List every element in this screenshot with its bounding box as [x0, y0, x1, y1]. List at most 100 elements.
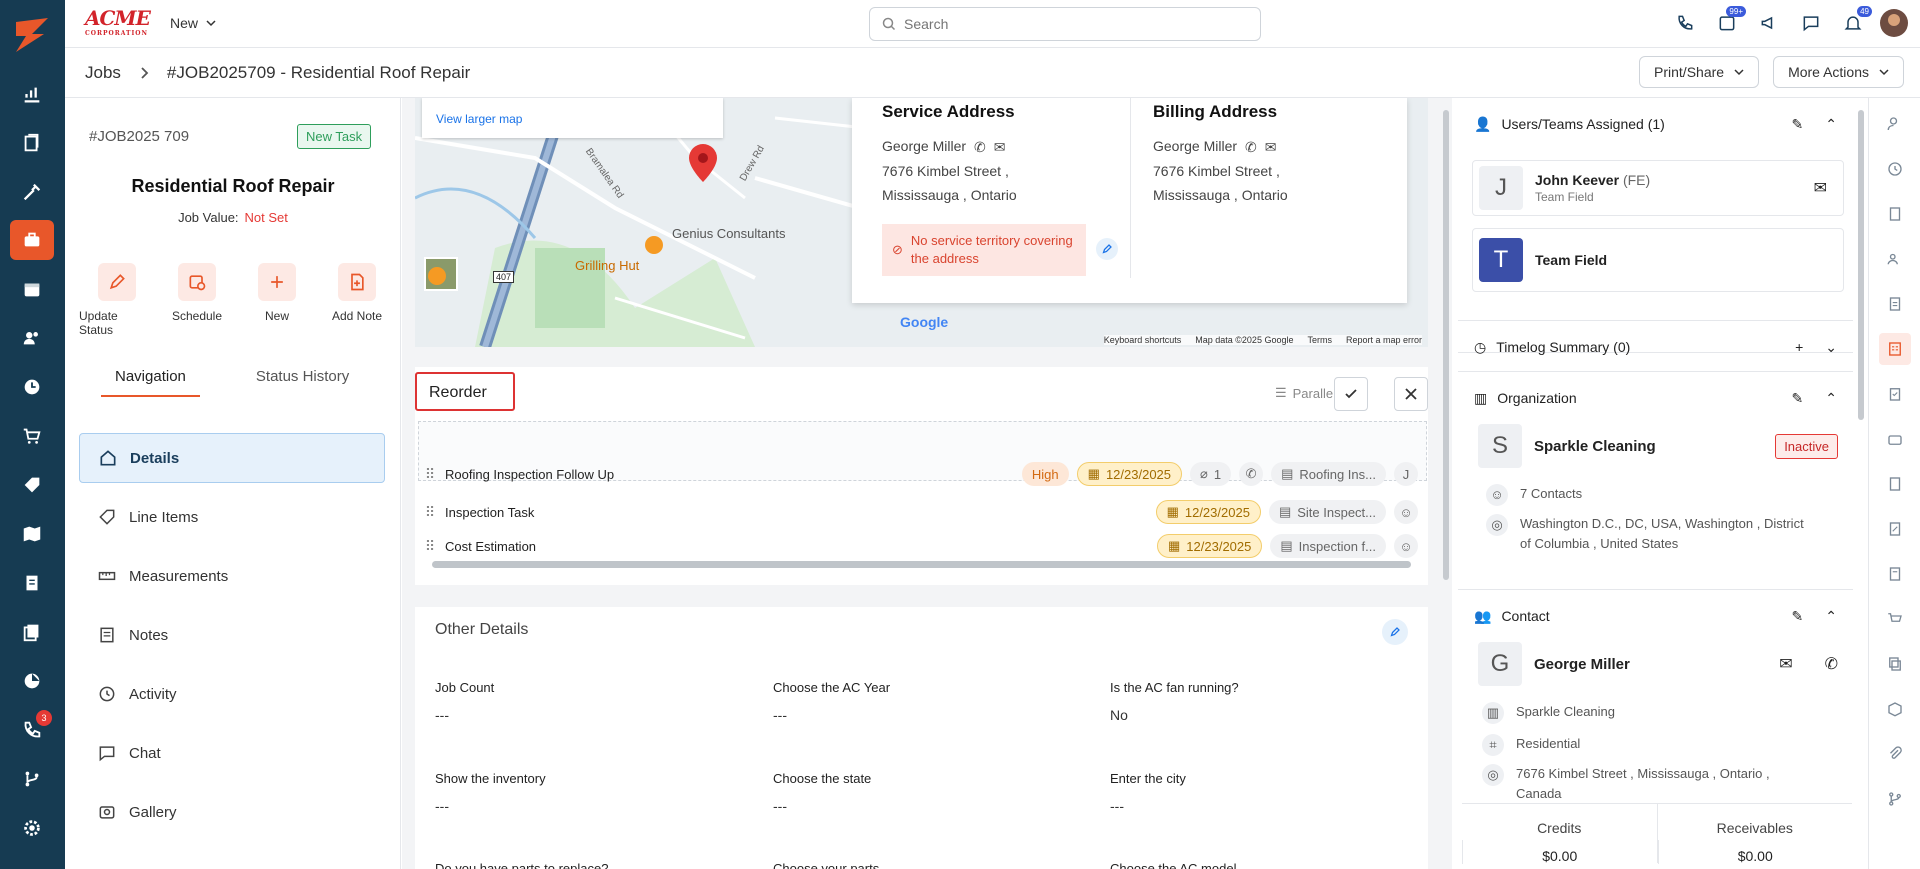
drag-handle-icon[interactable]: ⠿	[415, 466, 445, 483]
cart-icon[interactable]	[10, 416, 54, 456]
new-dropdown[interactable]: New	[170, 15, 216, 31]
pencil-icon[interactable]: ✎	[1792, 116, 1804, 133]
bell-icon[interactable]: 49	[1838, 6, 1872, 38]
assigned-team-card[interactable]: T Team Field	[1472, 228, 1844, 292]
phone-icon[interactable]: ✆	[1245, 137, 1257, 157]
pencil-icon[interactable]: ✎	[1792, 608, 1804, 625]
phone-icon[interactable]: ✆	[974, 137, 986, 157]
update-status-button[interactable]: Update Status	[79, 263, 155, 337]
add-note-button[interactable]: Add Note	[319, 263, 395, 337]
cancel-reorder-button[interactable]	[1394, 377, 1428, 411]
task-row[interactable]: ⠿ Roofing Inspection Follow Up High ▦ 12/…	[415, 455, 1428, 493]
horizontal-scrollbar[interactable]	[420, 559, 1423, 569]
mail-icon[interactable]: ✉	[1265, 137, 1277, 157]
nav-item-measurements[interactable]: Measurements	[79, 551, 385, 601]
assign-user-icon[interactable]: ☺	[1394, 534, 1418, 558]
breadcrumb-jobs[interactable]: Jobs	[85, 63, 121, 83]
plus-icon[interactable]: +	[1795, 339, 1803, 356]
cart-icon[interactable]	[1879, 603, 1911, 635]
invoice-icon[interactable]	[10, 563, 54, 603]
content-scrollbar[interactable]	[1440, 98, 1452, 869]
contact-name[interactable]: George Miller	[1534, 656, 1767, 673]
tasks-notification-icon[interactable]: 99+	[1712, 6, 1746, 38]
announcement-icon[interactable]	[1754, 8, 1784, 38]
view-larger-map-link[interactable]: View larger map	[436, 112, 522, 126]
brand-logo[interactable]: ACME CORPORATION	[85, 8, 151, 43]
organization-name[interactable]: Sparkle Cleaning	[1534, 438, 1763, 455]
box-icon[interactable]	[1879, 693, 1911, 725]
organization-contacts[interactable]: ☺ 7 Contacts	[1486, 484, 1582, 506]
tasks-icon[interactable]	[10, 123, 54, 163]
parallel-toggle[interactable]: ☰ Parallel	[1275, 385, 1336, 401]
terms-link[interactable]: Terms	[1307, 335, 1332, 345]
calendar-icon[interactable]	[10, 269, 54, 309]
mail-icon[interactable]: ✉	[994, 137, 1006, 157]
keyboard-shortcuts-link[interactable]: Keyboard shortcuts	[1104, 335, 1182, 345]
nav-item-chat[interactable]: Chat	[79, 728, 385, 778]
document-icon[interactable]	[1879, 288, 1911, 320]
invoice-icon[interactable]	[1879, 468, 1911, 500]
briefcase-icon[interactable]	[1879, 423, 1911, 455]
timesheet-icon[interactable]	[10, 367, 54, 407]
assigned-user-card[interactable]: J John Keever (FE) Team Field ✉	[1472, 160, 1844, 216]
user-avatar[interactable]	[1880, 9, 1908, 37]
estimate-icon[interactable]	[1879, 513, 1911, 545]
workflow-icon[interactable]	[1879, 783, 1911, 815]
nav-item-details[interactable]: Details	[79, 433, 385, 483]
receipt-icon[interactable]	[1879, 558, 1911, 590]
chevron-up-icon[interactable]: ⌃	[1825, 116, 1837, 133]
chevron-up-icon[interactable]: ⌃	[1825, 390, 1837, 407]
drag-handle-icon[interactable]: ⠿	[415, 538, 445, 555]
report-map-error-link[interactable]: Report a map error	[1346, 335, 1422, 345]
contacts-icon[interactable]	[1879, 243, 1911, 275]
jobs-icon[interactable]	[10, 220, 54, 260]
edit-territory-button[interactable]	[1096, 238, 1118, 260]
customers-icon[interactable]	[10, 318, 54, 358]
pencil-icon[interactable]: ✎	[1792, 390, 1804, 407]
settings-icon[interactable]	[10, 808, 54, 848]
assign-user-icon[interactable]: ☺	[1394, 500, 1418, 524]
tab-status-history[interactable]: Status History	[256, 368, 349, 397]
phone-icon[interactable]: 3	[10, 710, 54, 750]
building-icon[interactable]	[1879, 198, 1911, 230]
chevron-up-icon[interactable]: ⌃	[1825, 608, 1837, 625]
map-icon[interactable]	[10, 514, 54, 554]
task-row[interactable]: ⠿ Inspection Task ▦ 12/23/2025 ▤ Site Insp…	[415, 493, 1428, 531]
form-badge[interactable]: ▤ Site Inspect...	[1268, 500, 1386, 524]
nav-item-activity[interactable]: Activity	[79, 669, 385, 719]
search-input[interactable]	[904, 16, 1260, 32]
copy-icon[interactable]	[1879, 648, 1911, 680]
new-action-button[interactable]: New	[239, 263, 315, 337]
app-logo-icon[interactable]	[10, 12, 54, 56]
nav-item-line-items[interactable]: Line Items	[79, 492, 385, 542]
right-panel-scrollbar[interactable]	[1856, 98, 1866, 869]
edit-other-details-button[interactable]	[1382, 619, 1408, 645]
nav-item-gallery[interactable]: Gallery	[79, 787, 385, 837]
dashboard-icon[interactable]	[10, 74, 54, 114]
tools-icon[interactable]	[10, 172, 54, 212]
schedule-button[interactable]: Schedule	[159, 263, 235, 337]
time-icon[interactable]	[1879, 153, 1911, 185]
chevron-down-icon[interactable]: ⌄	[1825, 339, 1837, 356]
attachment-icon[interactable]	[1879, 738, 1911, 770]
print-share-button[interactable]: Print/Share	[1639, 56, 1760, 88]
phone-icon[interactable]: ✆	[1825, 654, 1838, 674]
mail-icon[interactable]: ✉	[1814, 178, 1827, 198]
assignee-avatar[interactable]: J	[1394, 462, 1418, 486]
call-icon[interactable]	[1670, 8, 1700, 38]
clipboard-icon[interactable]	[1879, 378, 1911, 410]
chat-icon[interactable]	[1796, 8, 1826, 38]
org-chart-icon[interactable]	[1879, 333, 1911, 365]
user-settings-icon[interactable]	[1879, 108, 1911, 140]
tag-icon[interactable]	[10, 465, 54, 505]
map-view[interactable]: Genius Consultants Grilling Hut Drew Rd …	[415, 98, 1428, 347]
more-actions-button[interactable]: More Actions	[1773, 56, 1904, 88]
nav-item-notes[interactable]: Notes	[79, 610, 385, 660]
reports-icon[interactable]	[10, 661, 54, 701]
workflow-icon[interactable]	[10, 759, 54, 799]
form-badge[interactable]: ▤ Roofing Ins...	[1271, 462, 1386, 486]
phone-icon[interactable]: ✆	[1239, 462, 1264, 486]
confirm-reorder-button[interactable]	[1334, 377, 1368, 411]
search-box[interactable]	[869, 7, 1261, 41]
form-badge[interactable]: ▤ Inspection f...	[1270, 534, 1386, 558]
